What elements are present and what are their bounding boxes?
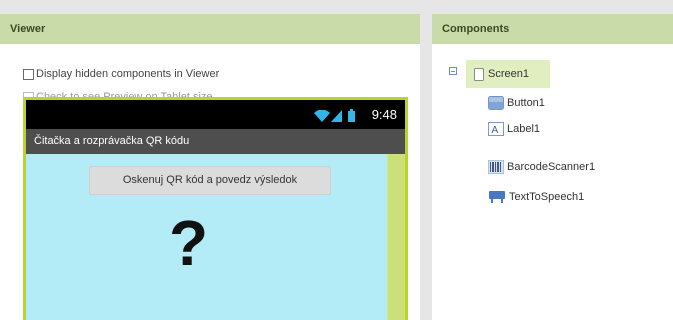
signal-icon	[331, 110, 342, 122]
display-hidden-components-row[interactable]: Display hidden components in Viewer	[23, 68, 219, 80]
wifi-icon	[314, 110, 330, 122]
battery-icon	[348, 109, 355, 122]
tree-node-label1[interactable]: A Label1	[488, 122, 540, 136]
button-icon	[488, 96, 504, 110]
screen-icon	[474, 67, 484, 81]
display-hidden-checkbox[interactable]	[23, 68, 34, 80]
components-header: Components	[432, 14, 673, 44]
phone-preview: 9:48 Čitačka a rozprávačka QR kódu Osken…	[23, 97, 408, 320]
screen-body: Oskenuj QR kód a povedz výsledok ?	[26, 154, 405, 320]
question-mark-label: ?	[169, 207, 209, 279]
scan-qr-button[interactable]: Oskenuj QR kód a povedz výsledok	[89, 166, 331, 195]
barcode-scanner-icon	[488, 160, 504, 174]
viewer-header: Viewer	[0, 14, 420, 44]
scrollbar[interactable]	[387, 154, 405, 320]
app-title-bar: Čitačka a rozprávačka QR kódu	[26, 129, 405, 154]
texttospeech1-label: TextToSpeech1	[509, 191, 585, 203]
tree-node-texttospeech1[interactable]: TextToSpeech1	[488, 190, 584, 204]
status-icons	[314, 107, 355, 122]
label1-label: Label1	[507, 123, 541, 135]
screen1-label: Screen1	[488, 68, 529, 80]
barcodescanner1-label: BarcodeScanner1	[507, 161, 596, 173]
status-time: 9:48	[371, 107, 397, 122]
button1-label: Button1	[507, 97, 545, 109]
text-to-speech-icon	[488, 190, 506, 204]
status-bar: 9:48	[26, 100, 405, 129]
tree-node-button1[interactable]: Button1	[488, 96, 545, 110]
display-hidden-label: Display hidden components in Viewer	[36, 68, 220, 80]
tree-node-barcodescanner1[interactable]: BarcodeScanner1	[488, 160, 595, 174]
label-icon: A	[488, 122, 504, 136]
tree-node-screen1[interactable]: Screen1	[466, 60, 550, 88]
svg-text:A: A	[492, 125, 499, 136]
collapse-toggle-icon[interactable]	[449, 67, 457, 75]
